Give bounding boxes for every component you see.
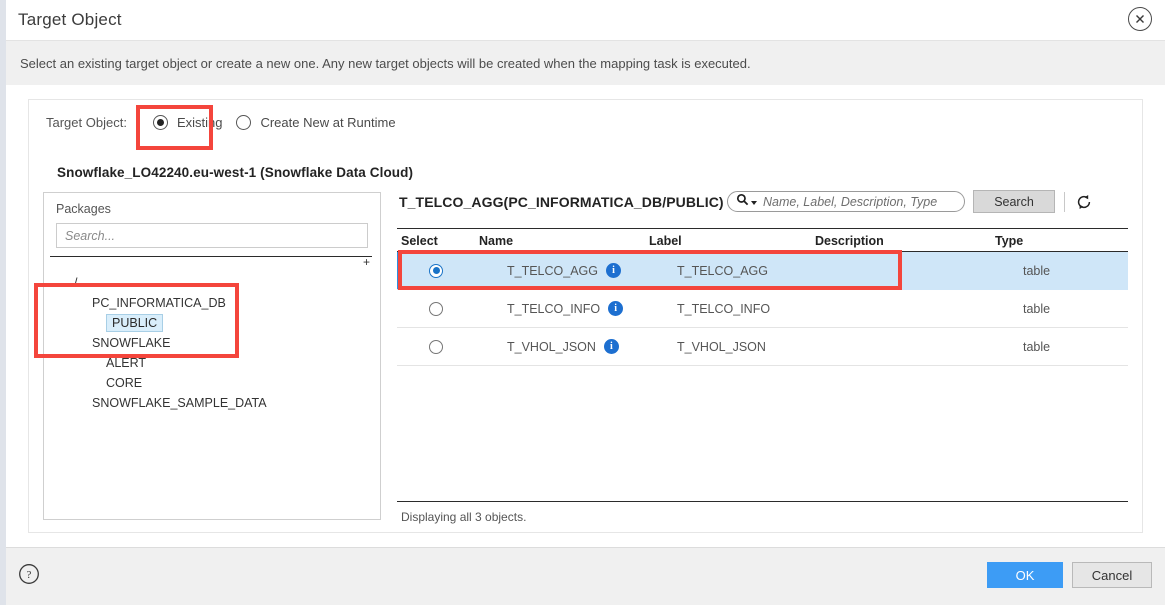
packages-search-input[interactable] [57, 224, 367, 247]
row-name: T_VHOL_JSON [507, 340, 596, 354]
objects-panel: T_TELCO_AGG(PC_INFORMATICA_DB/PUBLIC) [395, 188, 1128, 520]
row-type: table [1023, 340, 1128, 354]
footer-buttons: OK Cancel [987, 562, 1152, 588]
tree-node-label: CORE [106, 376, 142, 390]
tree-node-label: SNOWFLAKE [92, 336, 171, 350]
row-label: T_TELCO_INFO [677, 302, 843, 316]
svg-text:?: ? [27, 569, 32, 581]
row-radio-icon[interactable] [429, 264, 443, 278]
cancel-button[interactable]: Cancel [1072, 562, 1152, 588]
target-object-dialog: Target Object Select an existing target … [6, 0, 1165, 605]
tree-node-label: ALERT [106, 356, 146, 370]
column-header-name: Name [479, 234, 649, 248]
tree-node-root[interactable]: / [44, 273, 380, 293]
objects-search-box[interactable] [727, 191, 965, 212]
dialog-titlebar: Target Object [6, 0, 1165, 40]
row-type: table [1023, 302, 1128, 316]
help-circle-icon[interactable]: ? [18, 563, 40, 585]
row-select-cell[interactable] [397, 340, 507, 354]
ok-button[interactable]: OK [987, 562, 1063, 588]
row-label: T_TELCO_AGG [677, 264, 843, 278]
column-header-type: Type [995, 234, 1128, 248]
packages-panel: Packages + / PC_INFORMATICA_DB [43, 192, 381, 520]
packages-tree: / PC_INFORMATICA_DB PUBLIC SNOWFLAKE ALE [44, 268, 380, 413]
dialog-description: Select an existing target object or crea… [20, 56, 751, 71]
tree-node-core[interactable]: CORE [44, 373, 380, 393]
page-background: Target Object Select an existing target … [0, 0, 1165, 605]
packages-expand-marker: + [44, 257, 380, 268]
row-name: T_TELCO_INFO [507, 302, 600, 316]
row-radio-icon[interactable] [429, 302, 443, 316]
dialog-description-bar: Select an existing target object or crea… [6, 40, 1165, 85]
content-card: Target Object: Existing Create New at Ru… [28, 99, 1143, 533]
info-icon[interactable]: i [604, 339, 619, 354]
table-row[interactable]: T_TELCO_INFO i T_TELCO_INFO table [397, 290, 1128, 328]
dialog-footer: ? OK Cancel [6, 547, 1165, 605]
objects-table: Select Name Label Description Type T_TE [397, 228, 1128, 520]
objects-title: T_TELCO_AGG(PC_INFORMATICA_DB/PUBLIC) [399, 194, 724, 210]
tree-node-snowflake[interactable]: SNOWFLAKE [44, 333, 380, 353]
target-object-radio-group: Target Object: Existing Create New at Ru… [46, 115, 410, 130]
radio-create-new-label: Create New at Runtime [260, 115, 395, 130]
row-select-cell[interactable] [397, 302, 507, 316]
page-title: Target Object [6, 10, 122, 30]
tree-node-public[interactable]: PUBLIC [44, 313, 380, 333]
radio-existing-label: Existing [177, 115, 223, 130]
chevron-down-icon[interactable] [751, 201, 757, 205]
column-header-select: Select [397, 234, 479, 248]
packages-heading: Packages [44, 193, 380, 216]
magnifier-icon [736, 193, 749, 211]
column-header-description: Description [815, 234, 995, 248]
radio-option-existing[interactable]: Existing [153, 115, 223, 130]
radio-existing-indicator[interactable] [153, 115, 168, 130]
objects-search-area: Search [727, 190, 1094, 213]
row-name: T_TELCO_AGG [507, 264, 598, 278]
row-label: T_VHOL_JSON [677, 340, 843, 354]
tree-node-label: PUBLIC [106, 314, 163, 332]
objects-search-input[interactable] [761, 194, 956, 210]
refresh-icon[interactable] [1074, 192, 1094, 212]
radio-create-new-indicator[interactable] [236, 115, 251, 130]
radio-option-create-new-at-runtime[interactable]: Create New at Runtime [236, 115, 395, 130]
row-radio-icon[interactable] [429, 340, 443, 354]
close-icon[interactable] [1128, 7, 1152, 31]
tree-node-snowflake-sample-data[interactable]: SNOWFLAKE_SAMPLE_DATA [44, 393, 380, 413]
info-icon[interactable]: i [608, 301, 623, 316]
dialog-body: Target Object: Existing Create New at Ru… [6, 85, 1165, 547]
info-icon[interactable]: i [606, 263, 621, 278]
connection-title: Snowflake_LO42240.eu-west-1 (Snowflake D… [57, 165, 413, 180]
packages-search-box[interactable] [56, 223, 368, 248]
row-name-cell: T_TELCO_INFO i [507, 301, 677, 316]
tree-node-alert[interactable]: ALERT [44, 353, 380, 373]
table-row[interactable]: T_TELCO_AGG i T_TELCO_AGG table [397, 252, 1128, 290]
tree-node-label: / [74, 276, 77, 290]
search-button[interactable]: Search [973, 190, 1055, 213]
target-object-label: Target Object: [46, 115, 127, 130]
row-type: table [1023, 264, 1128, 278]
tree-node-pc-informatica-db[interactable]: PC_INFORMATICA_DB [44, 293, 380, 313]
column-header-label: Label [649, 234, 815, 248]
tree-node-label: PC_INFORMATICA_DB [92, 296, 226, 310]
toolbar-divider [1064, 192, 1065, 212]
row-name-cell: T_VHOL_JSON i [507, 339, 677, 354]
tree-node-label: SNOWFLAKE_SAMPLE_DATA [92, 396, 267, 410]
objects-count-status: Displaying all 3 objects. [397, 502, 1128, 524]
row-name-cell: T_TELCO_AGG i [507, 263, 677, 278]
table-row[interactable]: T_VHOL_JSON i T_VHOL_JSON table [397, 328, 1128, 366]
row-select-cell[interactable] [397, 264, 507, 278]
table-header-row: Select Name Label Description Type [397, 228, 1128, 252]
